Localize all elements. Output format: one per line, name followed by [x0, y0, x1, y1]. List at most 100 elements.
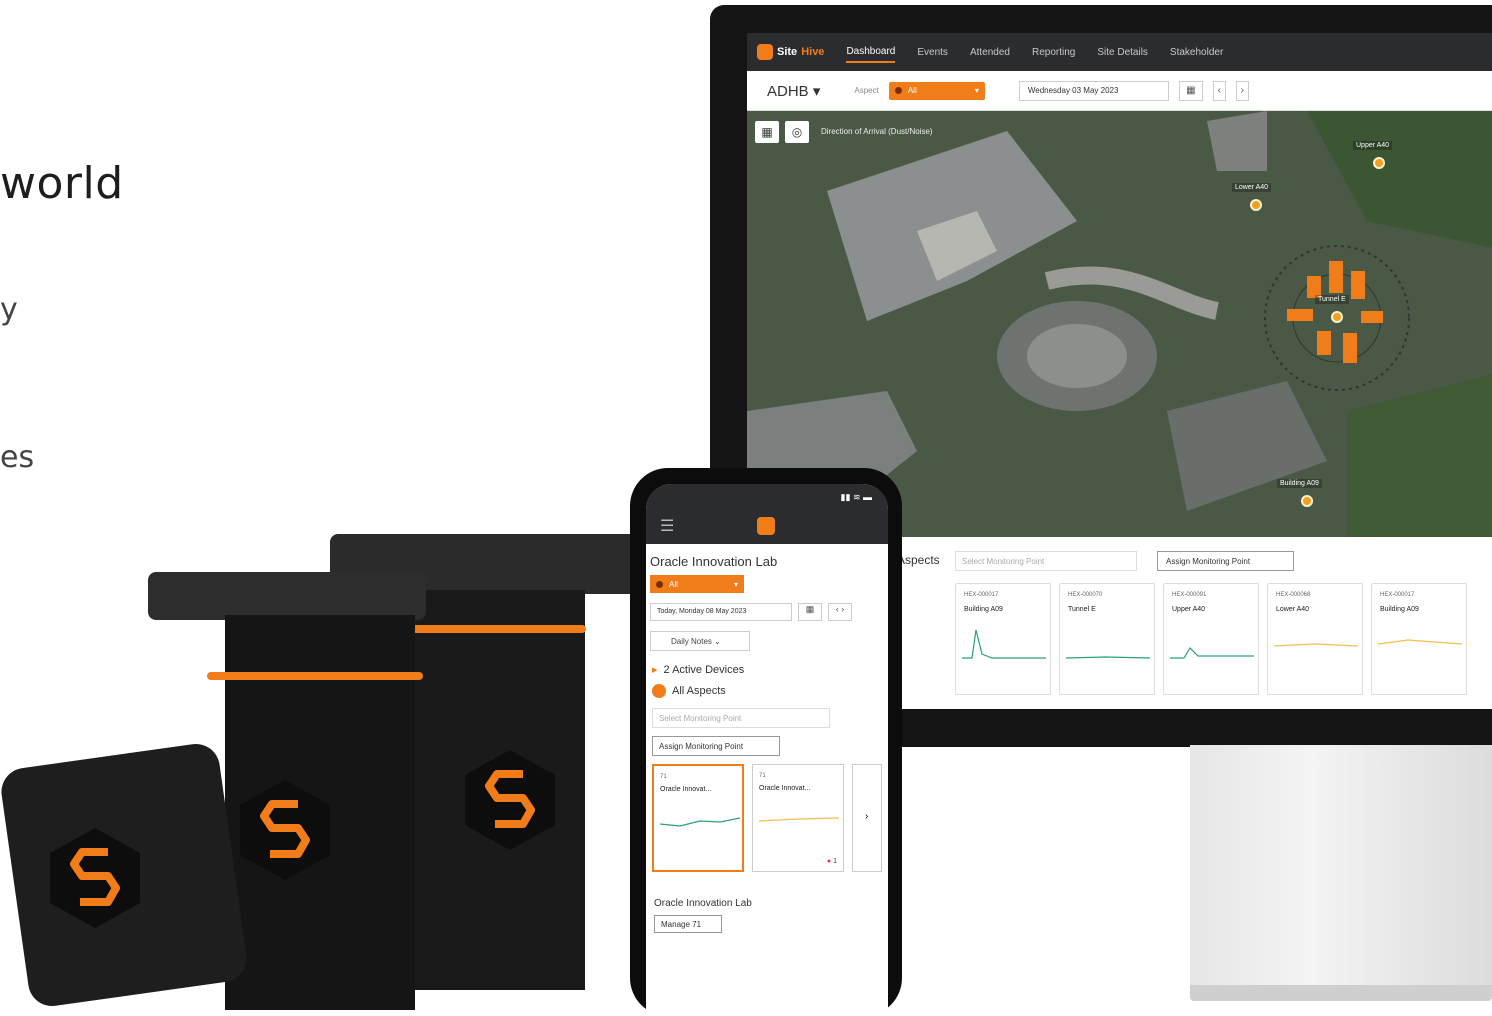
- device-card[interactable]: HEX-000091 Upper A40: [1163, 583, 1259, 695]
- s-logo-icon: [260, 800, 310, 858]
- map-layers-icon[interactable]: ▦: [755, 121, 779, 143]
- aspect-dot-icon: [894, 87, 902, 94]
- assign-monitoring-point-button[interactable]: Assign Monitoring Point: [1157, 551, 1294, 571]
- site-selector[interactable]: ADHB ▾: [767, 82, 820, 100]
- device-card[interactable]: HEX-000017 Building A09: [1371, 583, 1467, 695]
- prev-day-icon[interactable]: ‹: [1212, 80, 1226, 101]
- chevron-right-icon: ›: [865, 811, 869, 822]
- device-card[interactable]: HEX-000070 Tunnel E: [1059, 583, 1155, 695]
- aspect-value: All: [669, 579, 678, 589]
- device-number: 71: [759, 773, 766, 779]
- sitehive-logo-icon: [757, 517, 776, 535]
- device-sparkline: [660, 817, 740, 827]
- map-title: Direction of Arrival (Dust/Noise): [821, 127, 933, 136]
- nav-site-details[interactable]: Site Details: [1097, 43, 1148, 62]
- aspect-dropdown[interactable]: All ▾: [888, 81, 985, 100]
- device-number: 71: [660, 774, 667, 780]
- device-sparkline: [1170, 647, 1254, 659]
- device-id: HEX-000091: [1172, 592, 1207, 598]
- status-bar-icons: ▮▮ ≋ ▬: [646, 484, 888, 508]
- calendar-icon[interactable]: ▦: [798, 603, 822, 621]
- monitoring-point-marker[interactable]: [1250, 199, 1262, 211]
- device-card[interactable]: 71 Oracle Innovat... ● 1: [752, 764, 844, 872]
- brand-hive: Hive: [801, 46, 825, 58]
- dashboard-toolbar: ADHB ▾ Aspect All ▾ Wednesday 03 May 202…: [747, 71, 1492, 111]
- device-name: Building A09: [964, 606, 1003, 613]
- nav-attended[interactable]: Attended: [970, 43, 1010, 62]
- device-name: Oracle Innovat...: [759, 785, 811, 792]
- monitoring-point-select[interactable]: Select Monitoring Point: [652, 708, 830, 728]
- monitoring-point-marker[interactable]: [1373, 157, 1385, 169]
- next-day-icon[interactable]: ›: [1235, 80, 1249, 101]
- sensor-ring-accent: [410, 625, 586, 633]
- device-name: Upper A40: [1172, 606, 1206, 613]
- prev-next-icon[interactable]: ‹ ›: [828, 603, 852, 621]
- nav-stakeholder[interactable]: Stakeholder: [1170, 43, 1223, 62]
- all-aspects-label: All Aspects: [672, 685, 726, 697]
- active-devices-label: 2 Active Devices: [663, 663, 745, 676]
- marker-label: Building A09: [1277, 479, 1322, 488]
- alert-count: 1: [833, 858, 837, 865]
- aspect-dropdown[interactable]: All ▾: [650, 575, 744, 593]
- aspect-value: All: [907, 86, 917, 95]
- device-sparkline: [759, 817, 839, 822]
- device-card[interactable]: HEX-000017 Building A09: [955, 583, 1051, 695]
- daily-notes-label: Daily Notes: [671, 637, 712, 646]
- nav-reporting[interactable]: Reporting: [1032, 43, 1075, 62]
- monitoring-point-marker[interactable]: [1301, 495, 1313, 507]
- sensor-device-mid-cap: [148, 572, 426, 620]
- sitehive-logo[interactable]: Site Hive: [757, 44, 824, 60]
- device-sparkline: [1066, 656, 1150, 659]
- carousel-next[interactable]: ›: [852, 764, 882, 872]
- aspect-label: Aspect: [854, 86, 879, 95]
- monitor-stand-foot: [1190, 985, 1492, 1001]
- all-aspects-row[interactable]: All Aspects: [652, 684, 888, 698]
- top-navigation: Site Hive Dashboard Events Attended Repor…: [747, 33, 1492, 71]
- device-id: HEX-000017: [1380, 592, 1415, 598]
- device-card[interactable]: HEX-000068 Lower A40: [1267, 583, 1363, 695]
- menu-icon[interactable]: ☰: [660, 516, 674, 536]
- alert-badge: ● 1: [826, 858, 837, 865]
- assign-monitoring-point-button[interactable]: Assign Monitoring Point: [652, 736, 780, 756]
- device-sparkline: [1378, 639, 1462, 645]
- aspects-title: Aspects: [897, 553, 940, 567]
- nav-dashboard[interactable]: Dashboard: [846, 42, 896, 63]
- s-logo-icon: [485, 770, 535, 828]
- device-name: Tunnel E: [1068, 606, 1096, 613]
- monitoring-point-marker[interactable]: [1331, 311, 1343, 323]
- site-section-title: Oracle Innovation Lab: [654, 898, 752, 909]
- chevron-down-icon: ▾: [974, 86, 979, 95]
- device-name: Oracle Innovat...: [660, 786, 712, 793]
- nav-events[interactable]: Events: [917, 43, 948, 62]
- hero-text-fragment-2: es: [0, 440, 35, 475]
- aspect-dot-icon: [656, 580, 663, 588]
- site-title: Oracle Innovation Lab: [650, 554, 778, 569]
- device-id: HEX-000068: [1276, 592, 1311, 598]
- device-name: Lower A40: [1276, 606, 1310, 613]
- calendar-icon[interactable]: ▦: [1178, 80, 1203, 101]
- date-field[interactable]: Today, Monday 08 May 2023: [650, 603, 792, 621]
- device-sparkline: [1274, 643, 1358, 647]
- date-row: Today, Monday 08 May 2023 ▦ ‹ ›: [650, 603, 888, 621]
- device-sparkline: [962, 629, 1046, 659]
- aspect-hex-icon: [652, 684, 666, 698]
- device-card-carousel: 71 Oracle Innovat... 71 Oracle Innovat..…: [646, 764, 888, 882]
- manage-button[interactable]: Manage 71: [654, 915, 722, 933]
- active-devices-row[interactable]: ▸ 2 Active Devices: [652, 663, 888, 677]
- marker-label: Lower A40: [1232, 183, 1272, 192]
- monitor-stand: [1190, 745, 1492, 995]
- device-name: Building A09: [1380, 606, 1419, 613]
- s-logo-icon: [70, 848, 120, 906]
- brand-site: Site: [777, 46, 798, 58]
- monitoring-point-select[interactable]: Select Monitoring Point: [955, 551, 1137, 571]
- daily-notes-button[interactable]: Daily Notes ⌄: [650, 631, 750, 651]
- device-id: HEX-000017: [964, 592, 999, 598]
- mobile-header: ☰: [646, 508, 888, 544]
- device-card-selected[interactable]: 71 Oracle Innovat...: [652, 764, 744, 872]
- date-field[interactable]: Wednesday 03 May 2023: [1018, 80, 1169, 101]
- target-icon[interactable]: ◎: [785, 121, 809, 143]
- hero-text-world: world: [0, 158, 124, 209]
- marker-label: Upper A40: [1353, 141, 1393, 150]
- sensor-ring-accent: [207, 672, 423, 680]
- caret-right-icon: ▸: [652, 664, 658, 676]
